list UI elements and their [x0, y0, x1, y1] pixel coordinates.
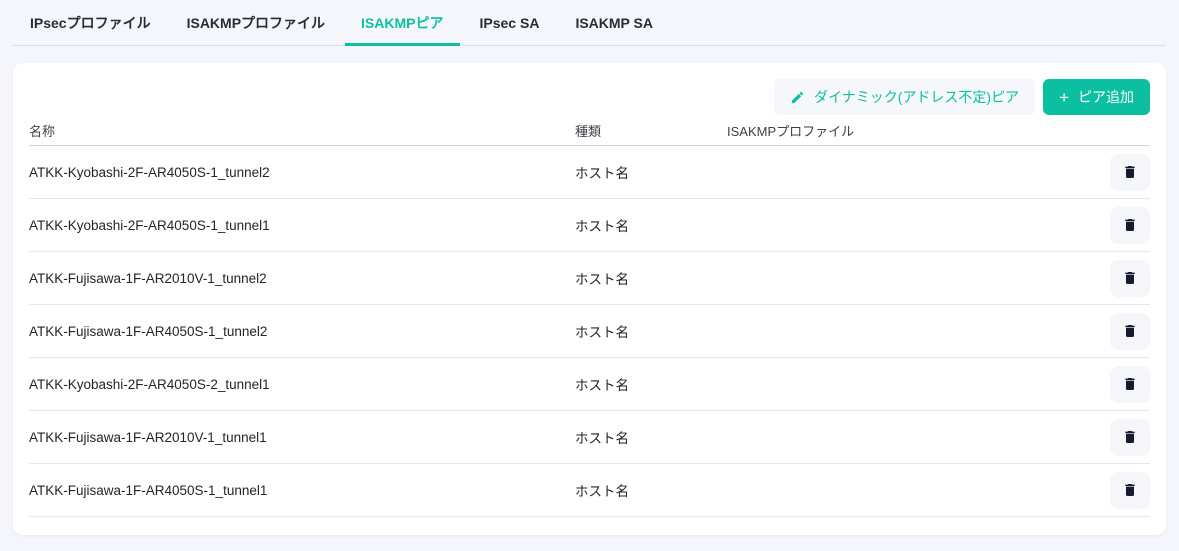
- peer-name: ATKK-Fujisawa-1F-AR4050S-1_tunnel2: [29, 324, 575, 339]
- add-peer-button-label: ピア追加: [1078, 87, 1134, 107]
- dynamic-peer-button[interactable]: ダイナミック(アドレス不定)ピア: [774, 79, 1035, 115]
- pencil-icon: [790, 90, 805, 105]
- delete-peer-button[interactable]: [1110, 260, 1150, 297]
- table-row: ATKK-Fujisawa-1F-AR2010V-1_tunnel1 ホスト名: [29, 411, 1150, 464]
- peer-name: ATKK-Fujisawa-1F-AR2010V-1_tunnel2: [29, 271, 575, 286]
- plus-icon: +: [1059, 89, 1069, 106]
- table-header-row: 名称 種類 ISAKMPプロファイル: [29, 115, 1150, 146]
- trash-icon: [1122, 164, 1138, 180]
- delete-peer-button[interactable]: [1110, 207, 1150, 244]
- table-row: ATKK-Fujisawa-1F-AR2010V-1_tunnel2 ホスト名: [29, 252, 1150, 305]
- column-header-type: 種類: [575, 121, 727, 140]
- peer-type: ホスト名: [575, 321, 727, 341]
- tab-5[interactable]: ISAKMP SA: [557, 0, 671, 45]
- tab-3[interactable]: ISAKMPピア: [343, 0, 461, 45]
- peer-type: ホスト名: [575, 215, 727, 235]
- peer-list-card: ダイナミック(アドレス不定)ピア + ピア追加 名称 種類 ISAKMPプロファ…: [13, 63, 1166, 535]
- table-row: ATKK-Kyobashi-2F-AR4050S-2_tunnel1 ホスト名: [29, 358, 1150, 411]
- trash-icon: [1122, 429, 1138, 445]
- trash-icon: [1122, 482, 1138, 498]
- peer-name: ATKK-Fujisawa-1F-AR4050S-1_tunnel1: [29, 483, 575, 498]
- tab-label: ISAKMPプロファイル: [187, 13, 325, 33]
- table-body: ATKK-Kyobashi-2F-AR4050S-1_tunnel2 ホスト名 …: [29, 146, 1150, 517]
- table-row: ATKK-Fujisawa-1F-AR4050S-1_tunnel1 ホスト名: [29, 464, 1150, 517]
- column-header-profile: ISAKMPプロファイル: [727, 121, 1110, 140]
- tab-label: IPsecプロファイル: [30, 13, 151, 33]
- dynamic-peer-button-label: ダイナミック(アドレス不定)ピア: [814, 87, 1019, 107]
- table-row: ATKK-Kyobashi-2F-AR4050S-1_tunnel1 ホスト名: [29, 199, 1150, 252]
- table-row: ATKK-Kyobashi-2F-AR4050S-1_tunnel2 ホスト名: [29, 146, 1150, 199]
- delete-peer-button[interactable]: [1110, 366, 1150, 403]
- tab-label: ISAKMP SA: [575, 15, 653, 31]
- peer-type: ホスト名: [575, 268, 727, 288]
- peer-type: ホスト名: [575, 480, 727, 500]
- trash-icon: [1122, 376, 1138, 392]
- delete-peer-button[interactable]: [1110, 154, 1150, 191]
- peer-name: ATKK-Kyobashi-2F-AR4050S-2_tunnel1: [29, 377, 575, 392]
- delete-peer-button[interactable]: [1110, 313, 1150, 350]
- trash-icon: [1122, 217, 1138, 233]
- delete-peer-button[interactable]: [1110, 472, 1150, 509]
- table-row: ATKK-Fujisawa-1F-AR4050S-1_tunnel2 ホスト名: [29, 305, 1150, 358]
- trash-icon: [1122, 323, 1138, 339]
- peer-name: ATKK-Kyobashi-2F-AR4050S-1_tunnel1: [29, 218, 575, 233]
- peer-type: ホスト名: [575, 427, 727, 447]
- tab-4[interactable]: IPsec SA: [462, 0, 558, 45]
- tab-label: IPsec SA: [480, 15, 540, 31]
- toolbar: ダイナミック(アドレス不定)ピア + ピア追加: [29, 79, 1150, 115]
- delete-peer-button[interactable]: [1110, 419, 1150, 456]
- tab-2[interactable]: ISAKMPプロファイル: [169, 0, 343, 45]
- peer-name: ATKK-Fujisawa-1F-AR2010V-1_tunnel1: [29, 430, 575, 445]
- peer-type: ホスト名: [575, 162, 727, 182]
- column-header-name: 名称: [29, 121, 575, 140]
- trash-icon: [1122, 270, 1138, 286]
- tab-label: ISAKMPピア: [361, 13, 443, 33]
- tab-1[interactable]: IPsecプロファイル: [13, 0, 169, 45]
- peer-type: ホスト名: [575, 374, 727, 394]
- peer-name: ATKK-Kyobashi-2F-AR4050S-1_tunnel2: [29, 165, 575, 180]
- add-peer-button[interactable]: + ピア追加: [1043, 79, 1150, 115]
- tab-bar: IPsecプロファイル ISAKMPプロファイル ISAKMPピア IPsec …: [13, 0, 1166, 46]
